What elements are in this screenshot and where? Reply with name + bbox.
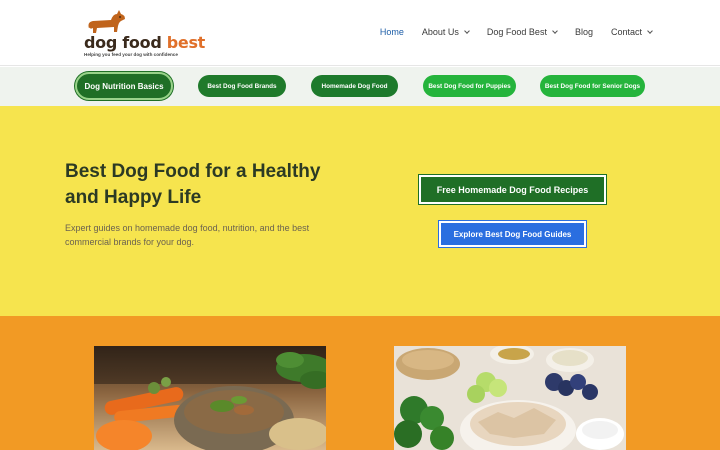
logo-wordmark: dog food best — [84, 33, 205, 52]
chicken-and-vegetables-photo[interactable] — [394, 346, 626, 450]
nav-home-label: Home — [379, 27, 404, 37]
logo-wordmark-main: dog food — [84, 33, 167, 52]
chevron-down-icon — [464, 27, 470, 34]
nav-dog-food-best-label: Dog Food Best — [486, 27, 547, 37]
pill-dog-nutrition-basics[interactable]: Dog Nutrition Basics — [75, 72, 173, 100]
category-pill-bar: Dog Nutrition Basics Best Dog Food Brand… — [0, 67, 720, 106]
chevron-down-icon — [552, 27, 558, 34]
explore-guides-button[interactable]: Explore Best Dog Food Guides — [439, 221, 586, 247]
nav-about-us[interactable]: About Us — [421, 27, 470, 37]
hero-title: Best Dog Food for a Healthy and Happy Li… — [65, 161, 321, 208]
main-nav: Home About Us Dog Food Best Blog Contact — [362, 27, 653, 37]
site-logo[interactable]: dog food best Helping you feed your dog … — [83, 8, 205, 60]
nav-dog-food-best[interactable]: Dog Food Best — [486, 27, 558, 37]
nav-home[interactable]: Home — [380, 27, 404, 37]
logo-tagline: Helping you feed your dog with confidenc… — [84, 52, 178, 57]
hero-subtitle: Expert guides on homemade dog food, nutr… — [65, 223, 310, 247]
hero-section: Best Dog Food for a Healthy and Happy Li… — [0, 106, 720, 316]
featured-section — [0, 316, 720, 450]
nav-blog[interactable]: Blog — [575, 27, 593, 37]
pill-best-dog-food-brands[interactable]: Best Dog Food Brands — [198, 75, 286, 97]
site-header: dog food best Helping you feed your dog … — [0, 0, 720, 66]
pill-best-dog-food-senior-dogs[interactable]: Best Dog Food for Senior Dogs — [540, 75, 645, 97]
nav-blog-label: Blog — [574, 27, 593, 37]
logo-wordmark-accent: best — [166, 33, 206, 52]
nav-contact-label: Contact — [610, 27, 642, 37]
nav-about-us-label: About Us — [421, 27, 459, 37]
dog-food-bowl-photo[interactable] — [94, 346, 326, 450]
free-recipes-button[interactable]: Free Homemade Dog Food Recipes — [419, 175, 606, 204]
nav-contact[interactable]: Contact — [610, 27, 653, 37]
dog-food-bowl-image — [94, 346, 326, 450]
pill-best-dog-food-puppies[interactable]: Best Dog Food for Puppies — [423, 75, 516, 97]
chicken-and-vegetables-image — [394, 346, 626, 450]
chevron-down-icon — [647, 27, 653, 34]
pill-homemade-dog-food[interactable]: Homemade Dog Food — [311, 75, 398, 97]
